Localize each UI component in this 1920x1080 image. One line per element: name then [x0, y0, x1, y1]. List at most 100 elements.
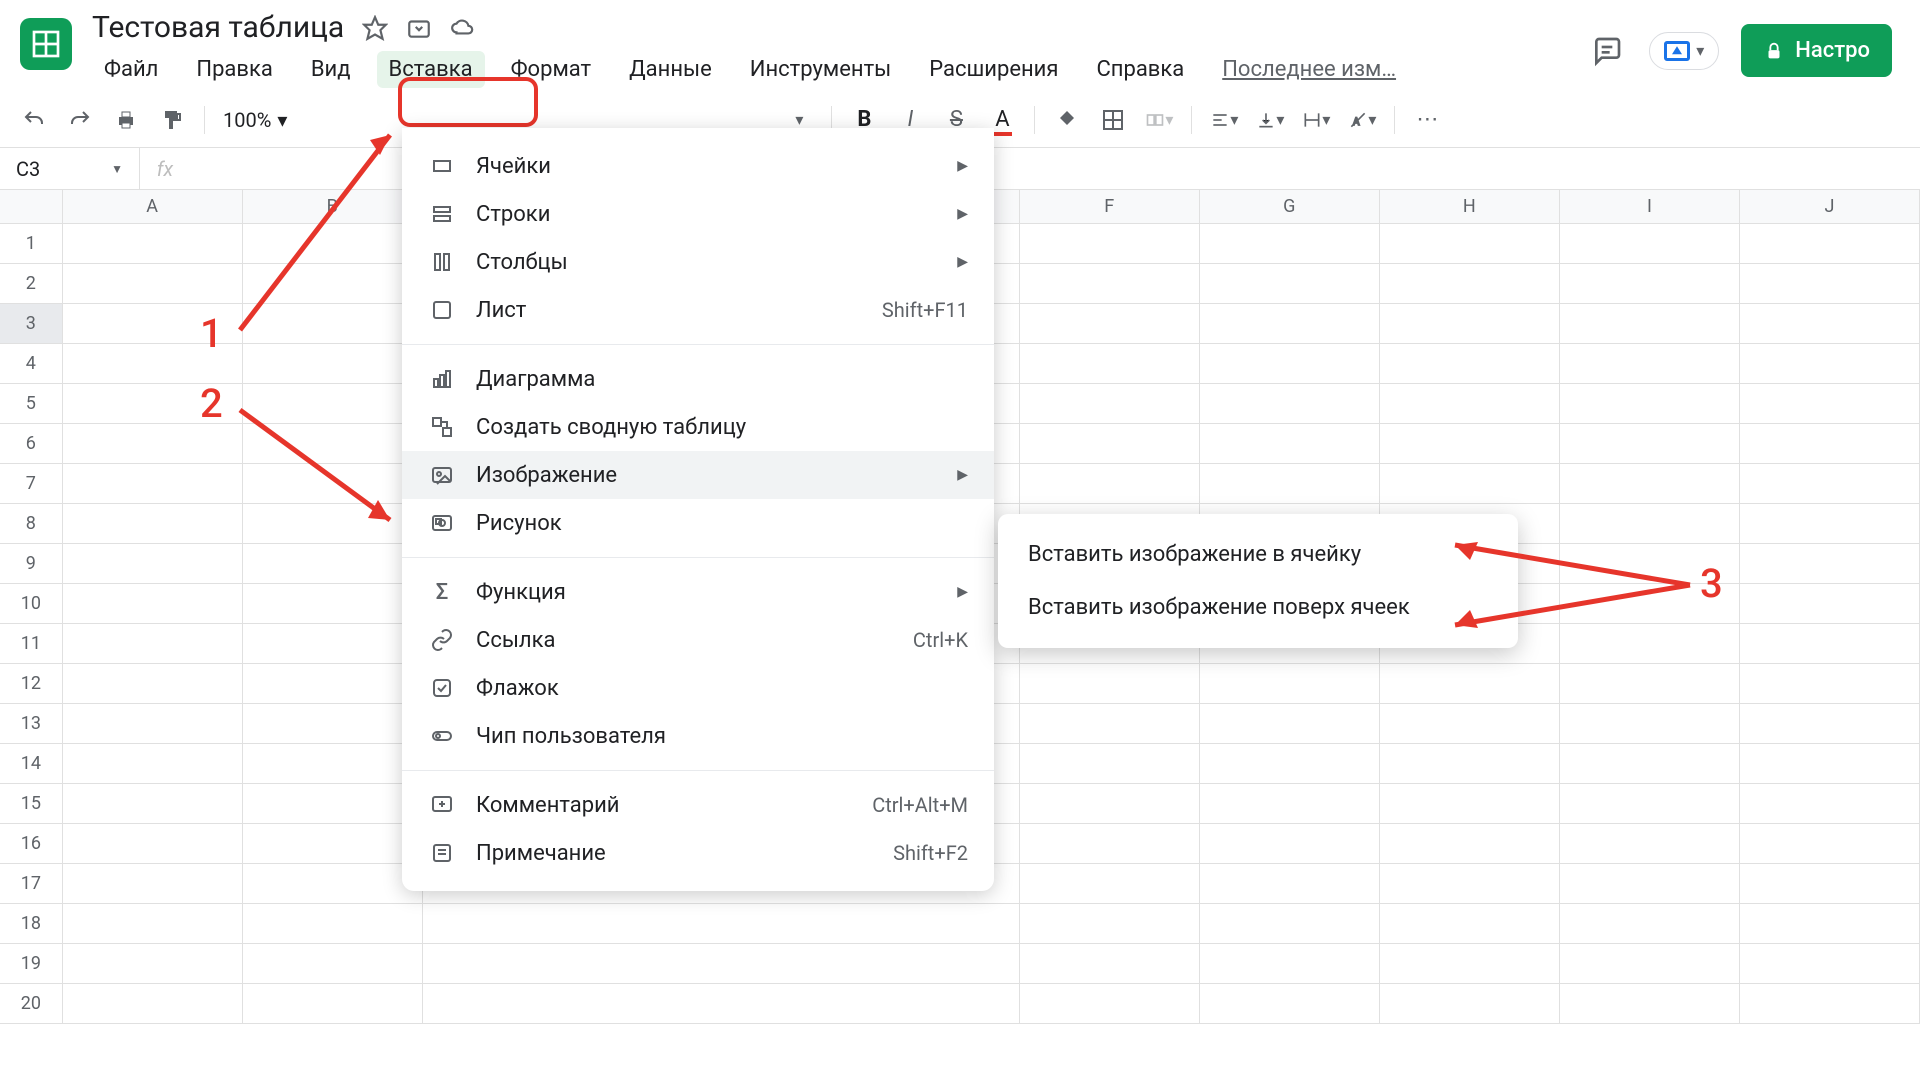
cell[interactable]: [1200, 384, 1380, 424]
menu-item-checkbox[interactable]: Флажок: [402, 664, 994, 712]
print-icon[interactable]: [112, 106, 140, 134]
row-number[interactable]: 16: [0, 824, 63, 864]
cell[interactable]: [63, 224, 243, 264]
cell[interactable]: [63, 784, 243, 824]
cell[interactable]: [63, 344, 243, 384]
row-number[interactable]: 5: [0, 384, 63, 424]
row-number[interactable]: 8: [0, 504, 63, 544]
menu-item-image[interactable]: Изображение▶: [402, 451, 994, 499]
cell[interactable]: [423, 984, 1020, 1024]
row-number[interactable]: 2: [0, 264, 63, 304]
menu-item-comment[interactable]: КомментарийCtrl+Alt+M: [402, 781, 994, 829]
cell[interactable]: [243, 584, 423, 624]
cell[interactable]: [1740, 584, 1920, 624]
menu-item-chip[interactable]: Чип пользователя: [402, 712, 994, 760]
cell[interactable]: [243, 544, 423, 584]
cell[interactable]: [243, 744, 423, 784]
cell[interactable]: [1740, 464, 1920, 504]
cell[interactable]: [1740, 704, 1920, 744]
cell[interactable]: [243, 264, 423, 304]
cell[interactable]: [1020, 344, 1200, 384]
cell[interactable]: [1020, 864, 1200, 904]
cell[interactable]: [1560, 424, 1740, 464]
cell[interactable]: [1560, 504, 1740, 544]
cell[interactable]: [63, 664, 243, 704]
cell[interactable]: [1200, 464, 1380, 504]
row-number[interactable]: 19: [0, 944, 63, 984]
column-header[interactable]: G: [1200, 190, 1380, 223]
cell[interactable]: [1740, 824, 1920, 864]
cell[interactable]: [1200, 424, 1380, 464]
cell[interactable]: [1380, 984, 1560, 1024]
present-button[interactable]: ▾: [1649, 32, 1719, 70]
cell[interactable]: [1380, 904, 1560, 944]
menu-item-sigma[interactable]: ΣФункция▶: [402, 568, 994, 616]
menu-lastedit[interactable]: Последнее изм…: [1210, 51, 1408, 88]
cell[interactable]: [423, 904, 1020, 944]
cell[interactable]: [1020, 464, 1200, 504]
cell[interactable]: [1560, 984, 1740, 1024]
cell[interactable]: [1740, 264, 1920, 304]
submenu-insert-image-over-cells[interactable]: Вставить изображение поверх ячеек: [998, 581, 1518, 634]
row-number[interactable]: 12: [0, 664, 63, 704]
cell[interactable]: [63, 464, 243, 504]
valign-icon[interactable]: ▾: [1256, 106, 1284, 134]
cell[interactable]: [1380, 864, 1560, 904]
cell[interactable]: [1560, 784, 1740, 824]
name-box[interactable]: C3▼: [0, 148, 140, 189]
cell[interactable]: [1200, 344, 1380, 384]
move-icon[interactable]: [406, 15, 432, 41]
cell[interactable]: [1020, 424, 1200, 464]
cell[interactable]: [1020, 224, 1200, 264]
cell[interactable]: [1380, 944, 1560, 984]
more-icon[interactable]: ⋯: [1413, 106, 1441, 134]
cell[interactable]: [1380, 784, 1560, 824]
cell[interactable]: [1560, 384, 1740, 424]
borders-icon[interactable]: [1099, 106, 1127, 134]
cell[interactable]: [1560, 344, 1740, 384]
cell[interactable]: [1740, 984, 1920, 1024]
zoom-select[interactable]: 100% ▾: [223, 108, 287, 132]
paint-format-icon[interactable]: [158, 106, 186, 134]
cell[interactable]: [63, 264, 243, 304]
undo-icon[interactable]: [20, 106, 48, 134]
row-number[interactable]: 7: [0, 464, 63, 504]
cell[interactable]: [1020, 784, 1200, 824]
menu-item-rows[interactable]: Строки▶: [402, 190, 994, 238]
menu-item-cols[interactable]: Столбцы▶: [402, 238, 994, 286]
cell[interactable]: [63, 704, 243, 744]
cell[interactable]: [1560, 624, 1740, 664]
cell[interactable]: [1740, 424, 1920, 464]
cell[interactable]: [1200, 704, 1380, 744]
wrap-icon[interactable]: ▾: [1302, 106, 1330, 134]
menu-extensions[interactable]: Расширения: [917, 51, 1070, 88]
cell[interactable]: [63, 304, 243, 344]
menu-item-note[interactable]: ПримечаниеShift+F2: [402, 829, 994, 877]
cell[interactable]: [63, 384, 243, 424]
cell[interactable]: [1380, 464, 1560, 504]
cell[interactable]: [1740, 864, 1920, 904]
column-header[interactable]: F: [1020, 190, 1200, 223]
row-number[interactable]: 15: [0, 784, 63, 824]
menu-view[interactable]: Вид: [299, 51, 363, 88]
cell[interactable]: [1560, 744, 1740, 784]
cell[interactable]: [1380, 744, 1560, 784]
cell[interactable]: [1560, 704, 1740, 744]
fill-color-icon[interactable]: [1053, 106, 1081, 134]
menu-item-drawing[interactable]: Рисунок: [402, 499, 994, 547]
row-number[interactable]: 18: [0, 904, 63, 944]
cell[interactable]: [1020, 944, 1200, 984]
cell[interactable]: [1380, 704, 1560, 744]
cell[interactable]: [1200, 824, 1380, 864]
cell[interactable]: [1020, 304, 1200, 344]
cell[interactable]: [1200, 264, 1380, 304]
cell[interactable]: [1740, 384, 1920, 424]
cell[interactable]: [243, 424, 423, 464]
cell[interactable]: [63, 944, 243, 984]
cell[interactable]: [1200, 984, 1380, 1024]
cell[interactable]: [243, 664, 423, 704]
cell[interactable]: [243, 904, 423, 944]
cell[interactable]: [1740, 304, 1920, 344]
cell[interactable]: [1380, 264, 1560, 304]
cell[interactable]: [1020, 824, 1200, 864]
